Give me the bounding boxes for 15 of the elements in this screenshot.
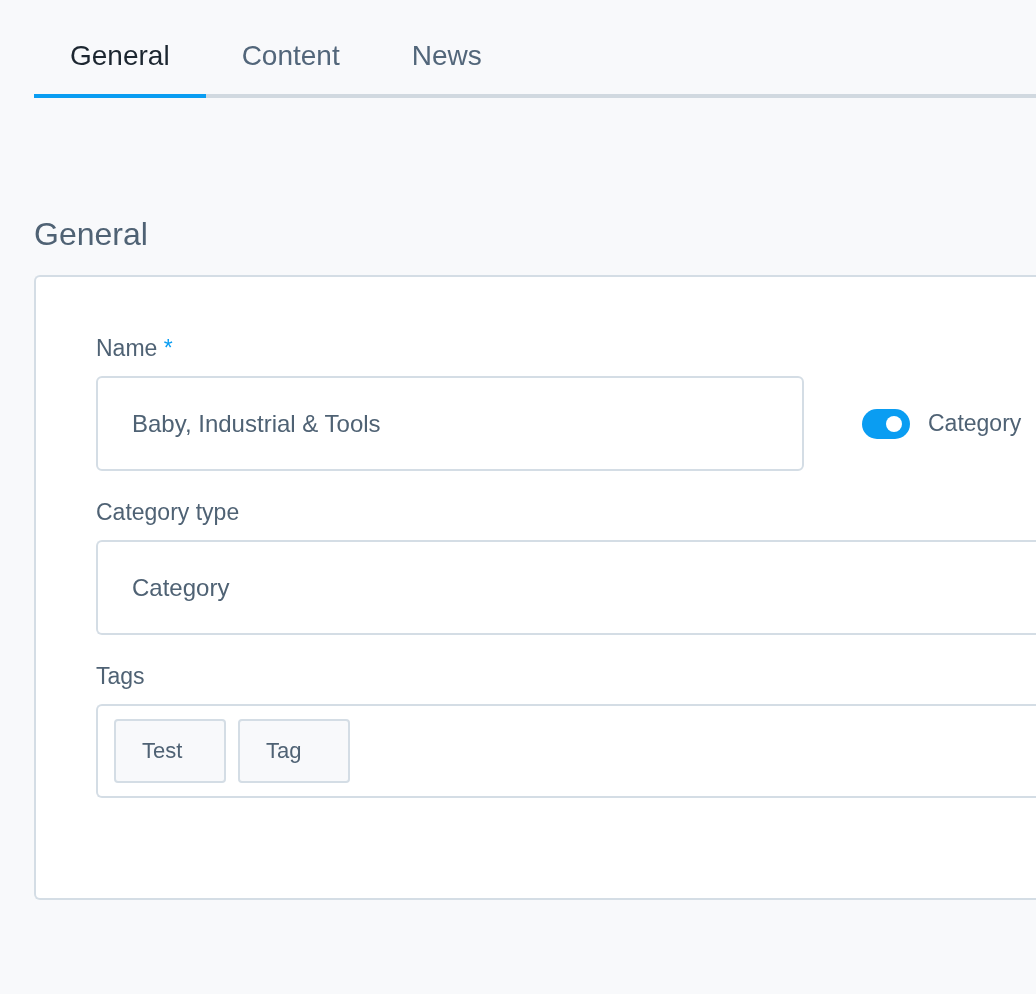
section-title: General (34, 216, 149, 253)
tab[interactable]: News (375, 20, 518, 98)
name-input[interactable]: Baby, Industrial & Tools (96, 376, 804, 471)
toggle-switch[interactable] (862, 408, 910, 439)
field-label: Name * (96, 335, 174, 362)
field-label: Tags (96, 663, 146, 690)
tag-chip[interactable]: Tag (238, 719, 350, 783)
tag-chip[interactable]: Test (114, 719, 226, 783)
tags-input[interactable]: Test Tag (96, 704, 1036, 798)
tab[interactable]: General (34, 20, 206, 98)
tab[interactable]: Content (205, 20, 376, 98)
toggle-label: Category (928, 410, 1022, 437)
category-type-select[interactable]: Category (96, 540, 1036, 635)
field-label: Category type (96, 499, 241, 526)
required-mark: * (163, 335, 173, 361)
